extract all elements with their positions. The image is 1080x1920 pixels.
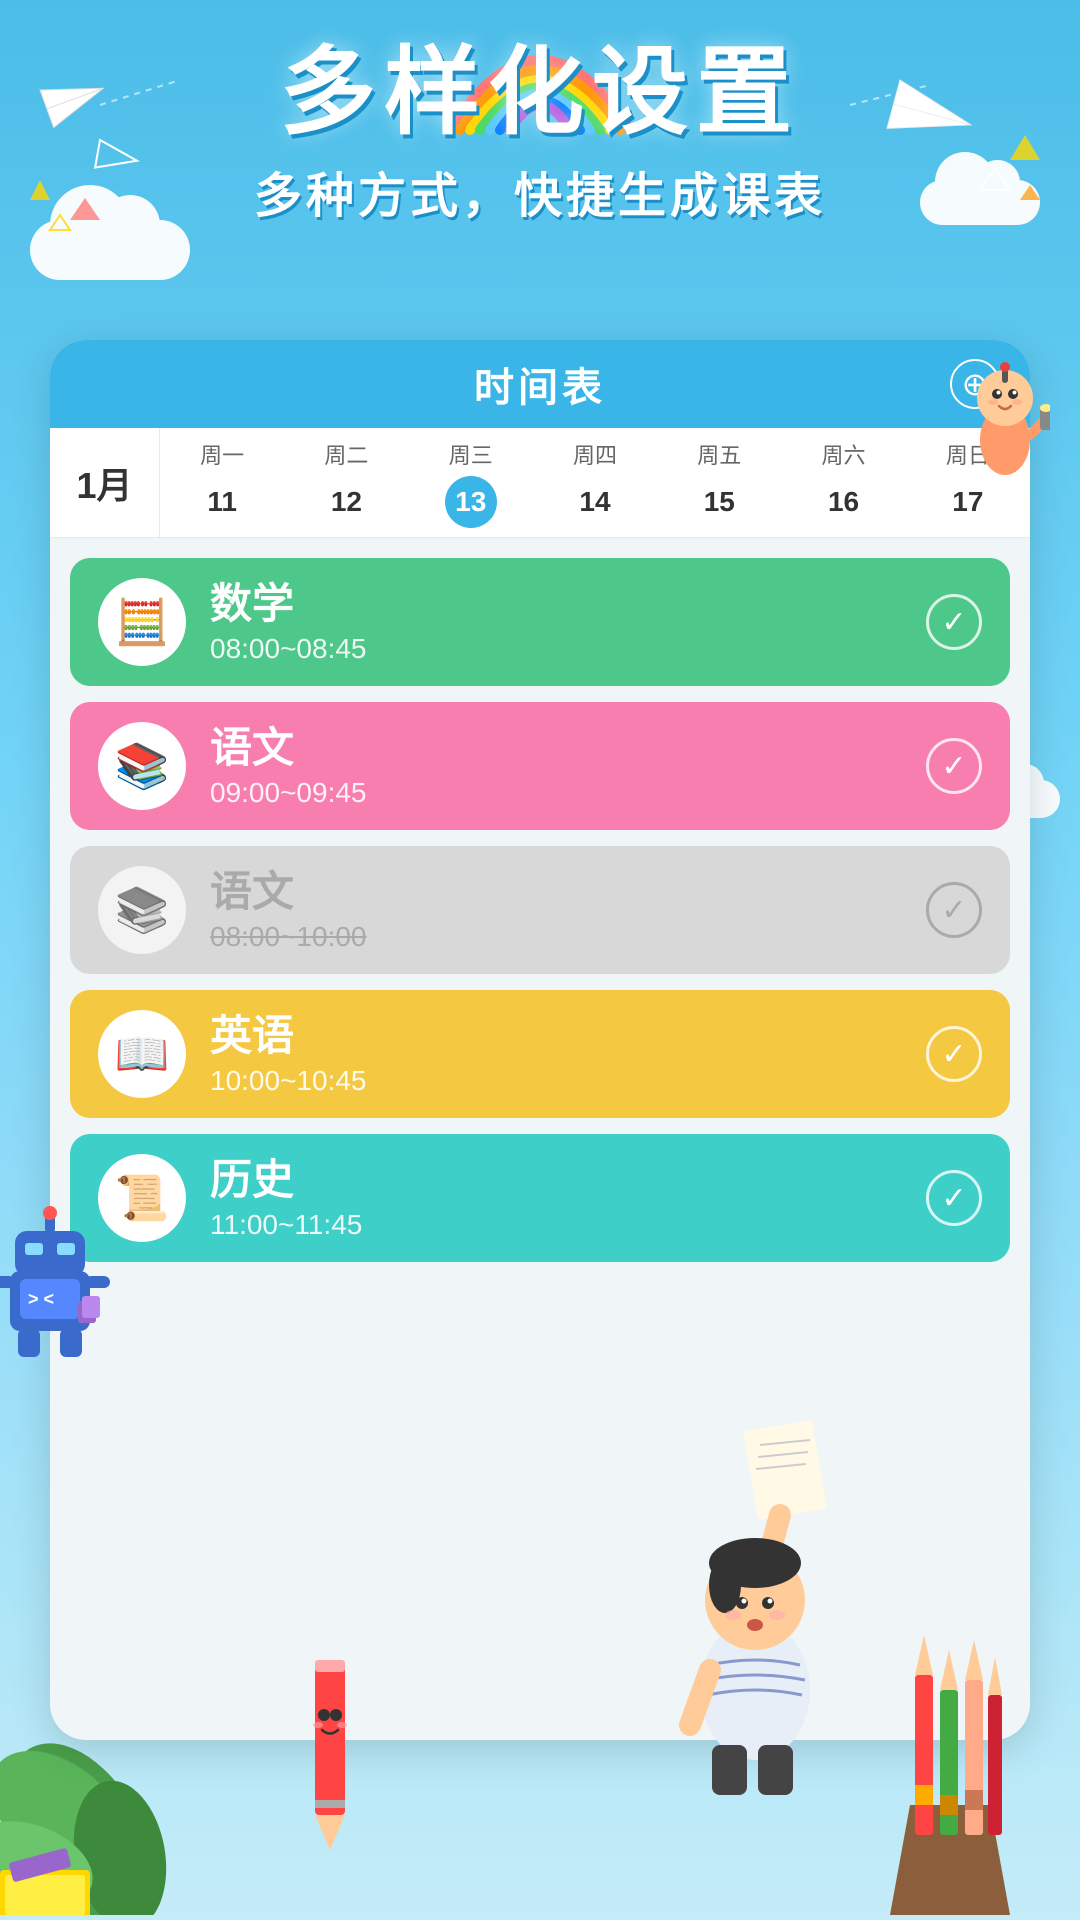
day-cell-14[interactable]: 周四 14	[533, 428, 657, 537]
schedule-time: 09:00~09:45	[210, 777, 902, 809]
day-name: 周四	[573, 438, 617, 470]
schedule-time: 08:00~10:00	[210, 921, 902, 953]
day-number[interactable]: 15	[693, 476, 745, 528]
schedule-info: 语文 08:00~10:00	[210, 867, 902, 953]
check-button[interactable]: ✓	[926, 1170, 982, 1226]
subject-name: 语文	[210, 867, 902, 917]
subject-icon: 📜	[98, 1154, 186, 1242]
sub-title: 多种方式，快捷生成课表	[0, 156, 1080, 226]
check-icon: ✓	[941, 605, 966, 640]
subject-name: 历史	[210, 1155, 902, 1205]
schedule-list: 🧮数学08:00~08:45✓📚语文09:00~09:45✓📚语文08:00~1…	[50, 538, 1030, 1282]
schedule-item[interactable]: 📖 英语 10:00~10:45 ✓	[70, 990, 1010, 1118]
day-number[interactable]: 13	[445, 476, 497, 528]
subject-icon: 📖	[98, 1010, 186, 1098]
month-cell: 1月	[50, 428, 160, 537]
day-name: 周六	[822, 438, 866, 470]
svg-text:> <: > <	[28, 1289, 54, 1309]
schedule-item[interactable]: 🧮数学08:00~08:45✓	[70, 558, 1010, 686]
day-name: 周二	[324, 438, 368, 470]
day-cell-16[interactable]: 周六 16	[781, 428, 905, 537]
schedule-item[interactable]: 📚 语文 09:00~09:45 ✓	[70, 702, 1010, 830]
day-number[interactable]: 16	[818, 476, 870, 528]
schedule-info: 英语 10:00~10:45	[210, 1011, 902, 1097]
robot-character: > <	[0, 1201, 110, 1380]
schedule-item[interactable]: 📜 历史 11:00~11:45 ✓	[70, 1134, 1010, 1262]
check-button[interactable]: ✓	[926, 738, 982, 794]
pencil-character	[280, 1655, 380, 1860]
schedule-time: 10:00~10:45	[210, 1065, 902, 1097]
puppet-character	[960, 360, 1050, 505]
day-number[interactable]: 12	[320, 476, 372, 528]
schedule-item[interactable]: 📚 语文 08:00~10:00 ✓	[70, 846, 1010, 974]
day-cells: 周一11周二12周三13周四14周五15周六16周日17	[160, 428, 1030, 537]
kid-character	[660, 1415, 880, 1800]
day-name: 周三	[449, 438, 493, 470]
subject-icon: 📚	[98, 866, 186, 954]
day-cell-13[interactable]: 周三 13	[409, 428, 533, 537]
month-label: 1月	[76, 457, 132, 509]
check-button[interactable]: ✓	[926, 1026, 982, 1082]
day-cell-15[interactable]: 周五 15	[657, 428, 781, 537]
week-header: 1月 周一11周二12周三13周四14周五15周六16周日17	[50, 428, 1030, 538]
check-button[interactable]: ✓	[926, 882, 982, 938]
check-button[interactable]: ✓	[926, 594, 982, 650]
schedule-time: 08:00~08:45	[210, 633, 902, 665]
header-section: 多样化设置 多种方式，快捷生成课表	[0, 40, 1080, 226]
main-panel: 时间表 ⊕ 1月 周一11周二12周三13周四14周五15周六16周日17 🧮数…	[50, 340, 1030, 1740]
panel-title: 时间表	[474, 355, 606, 413]
panel-header: 时间表 ⊕	[50, 340, 1030, 428]
check-icon: ✓	[941, 749, 966, 784]
check-icon: ✓	[941, 1181, 966, 1216]
day-name: 周一	[200, 438, 244, 470]
subject-icon: 📚	[98, 722, 186, 810]
check-icon: ✓	[941, 893, 966, 928]
day-cell-11[interactable]: 周一 11	[160, 428, 284, 537]
pencil-cup	[860, 1635, 1040, 1920]
schedule-time: 11:00~11:45	[210, 1209, 902, 1241]
day-name: 周五	[697, 438, 741, 470]
day-cell-12[interactable]: 周二 12	[284, 428, 408, 537]
check-icon: ✓	[941, 1037, 966, 1072]
day-number[interactable]: 14	[569, 476, 621, 528]
schedule-info: 历史 11:00~11:45	[210, 1155, 902, 1241]
main-title: 多样化设置	[0, 40, 1080, 146]
subject-icon: 🧮	[98, 578, 186, 666]
day-number[interactable]: 11	[196, 476, 248, 528]
subject-name: 语文	[210, 723, 902, 773]
schedule-info: 语文 09:00~09:45	[210, 723, 902, 809]
subject-name: 英语	[210, 1011, 902, 1061]
